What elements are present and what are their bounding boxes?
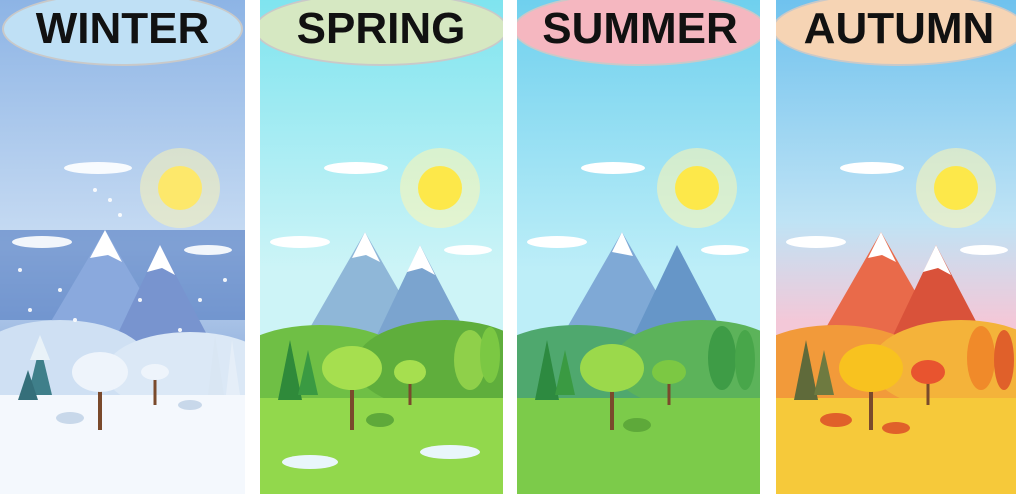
summer-landscape-illustration bbox=[517, 0, 760, 494]
panel-spring: SPRING bbox=[260, 0, 503, 494]
panel-summer: SUMMER bbox=[517, 0, 760, 494]
season-label-spring: SPRING bbox=[260, 0, 503, 66]
spring-landscape-illustration bbox=[260, 0, 503, 494]
season-label-summer: SUMMER bbox=[517, 0, 760, 66]
panel-winter: WINTER bbox=[0, 0, 245, 494]
panel-autumn: AUTUMN bbox=[776, 0, 1016, 494]
autumn-landscape-illustration bbox=[776, 0, 1016, 494]
winter-landscape-illustration bbox=[0, 0, 245, 494]
season-label-autumn: AUTUMN bbox=[776, 0, 1016, 66]
